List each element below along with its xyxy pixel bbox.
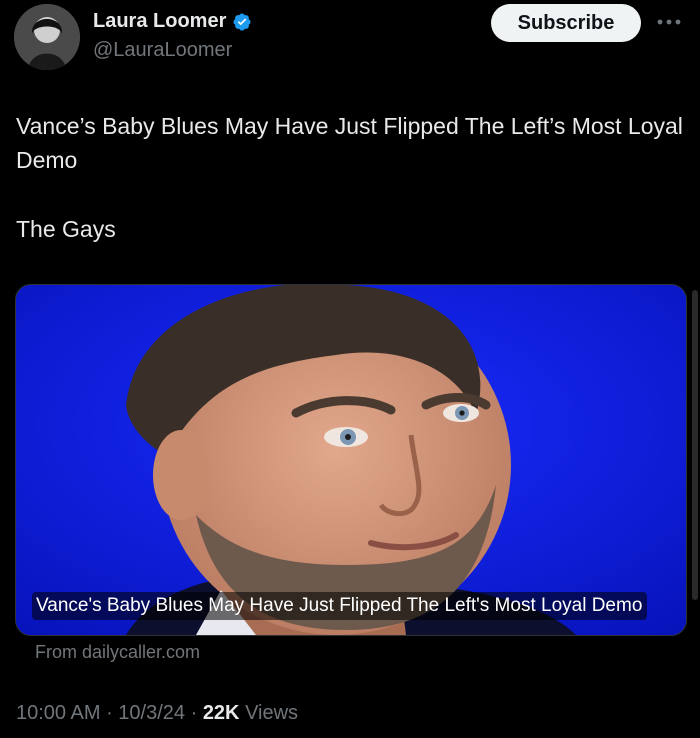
avatar-image — [14, 4, 80, 70]
tweet-text-line: Vance’s Baby Blues May Have Just Flipped… — [16, 113, 683, 173]
meta-separator: · — [100, 702, 119, 724]
more-options-button[interactable] — [651, 8, 687, 36]
tweet-time[interactable]: 10:00 AM — [16, 702, 101, 724]
user-handle[interactable]: @LauraLoomer — [93, 39, 232, 62]
avatar[interactable] — [14, 4, 80, 70]
card-image — [16, 285, 686, 635]
link-preview-card[interactable]: Vance's Baby Blues May Have Just Flipped… — [15, 284, 687, 636]
scrollbar[interactable] — [692, 290, 698, 600]
verified-badge-icon — [232, 12, 252, 32]
card-title: Vance's Baby Blues May Have Just Flipped… — [32, 592, 647, 620]
views-count[interactable]: 22K — [203, 702, 240, 724]
name-row: Laura Loomer — [93, 10, 252, 33]
tweet-metadata: 10:00 AM · 10/3/24 · 22K Views — [16, 702, 298, 725]
subscribe-button[interactable]: Subscribe — [491, 4, 641, 42]
meta-separator: · — [185, 702, 203, 724]
display-name[interactable]: Laura Loomer — [93, 10, 226, 33]
views-label: Views — [239, 702, 299, 724]
tweet-text-line: The Gays — [16, 216, 116, 242]
more-horizontal-icon — [657, 19, 681, 25]
tweet-body: Vance’s Baby Blues May Have Just Flipped… — [16, 109, 686, 246]
card-source-link[interactable]: From dailycaller.com — [35, 642, 200, 663]
tweet-date[interactable]: 10/3/24 — [118, 702, 185, 724]
tweet-header: Laura Loomer @LauraLoomer Subscribe — [0, 0, 700, 80]
